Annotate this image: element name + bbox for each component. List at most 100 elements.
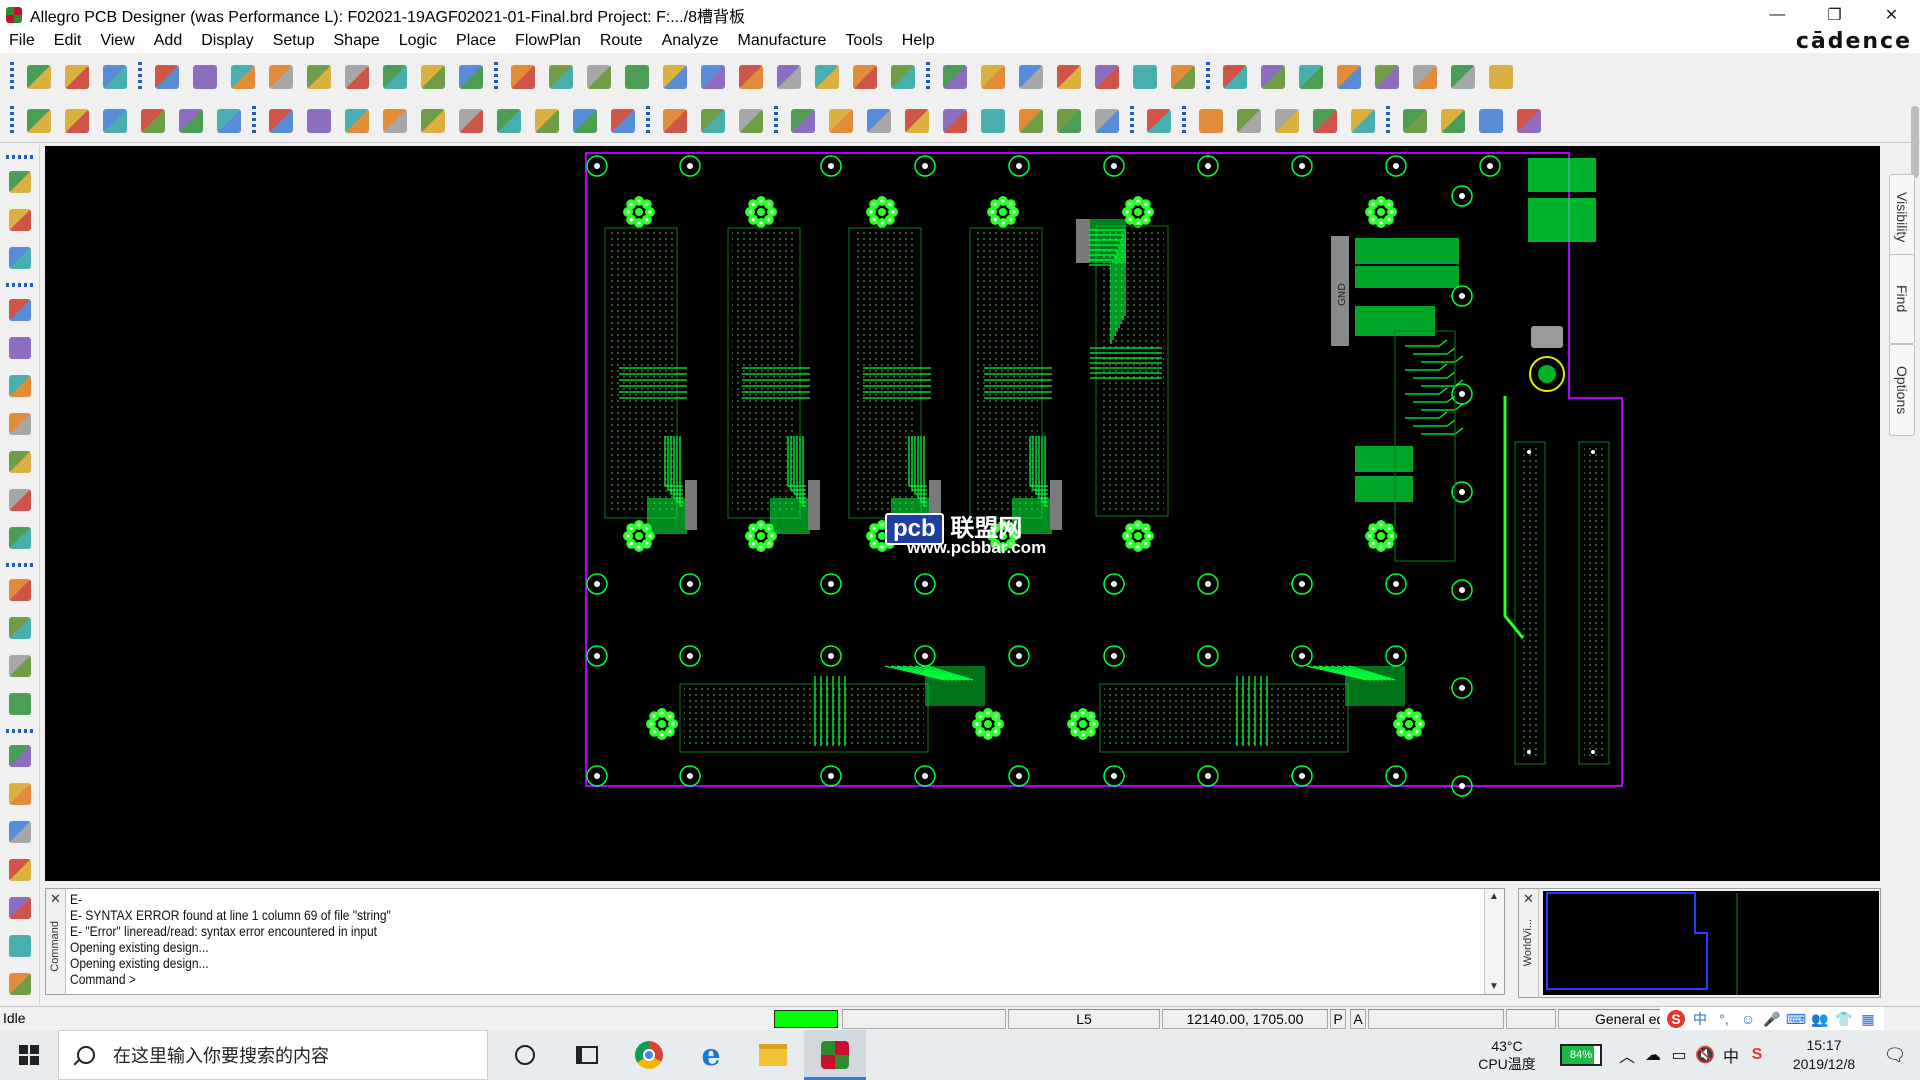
open-folder-icon[interactable] xyxy=(60,60,94,94)
menu-analyze[interactable]: Analyze xyxy=(653,32,729,50)
etch-icon[interactable] xyxy=(22,104,56,138)
flag-icon[interactable] xyxy=(976,104,1010,138)
sogou-icon[interactable]: S xyxy=(1667,1010,1685,1028)
stack-icon[interactable] xyxy=(1052,60,1086,94)
grid-toggle-icon[interactable] xyxy=(938,60,972,94)
menu-help[interactable]: Help xyxy=(893,32,945,50)
battery-badge[interactable]: 84% xyxy=(1560,1044,1602,1066)
status-a-flag[interactable]: A xyxy=(1350,1009,1366,1029)
undo-down-icon[interactable] xyxy=(302,60,336,94)
key-icon[interactable] xyxy=(1052,104,1086,138)
menu-logic[interactable]: Logic xyxy=(390,32,447,50)
menu-view[interactable]: View xyxy=(91,32,144,50)
cancel-icon[interactable] xyxy=(1484,60,1518,94)
new-file-icon[interactable] xyxy=(22,60,56,94)
toolbar-grip[interactable] xyxy=(926,62,930,92)
toolbar-grip[interactable] xyxy=(5,155,34,159)
cpu-temp[interactable]: 43°C CPU温度 xyxy=(1470,1037,1544,1073)
move-icon[interactable] xyxy=(150,60,184,94)
route-diag-icon[interactable] xyxy=(5,931,35,961)
measure-icon[interactable] xyxy=(1294,60,1328,94)
toolbar-grip[interactable] xyxy=(1182,105,1186,136)
toolbar-grip[interactable] xyxy=(138,62,142,92)
zoom-prev-icon[interactable] xyxy=(734,60,768,94)
menu-tools[interactable]: Tools xyxy=(836,32,892,50)
spread-icon[interactable] xyxy=(5,523,35,553)
poly-icon[interactable] xyxy=(530,104,564,138)
route-icon[interactable] xyxy=(264,104,298,138)
clock[interactable]: 15:17 2019/12/8 xyxy=(1778,1036,1870,1074)
restore-button[interactable]: ❐ xyxy=(1806,0,1863,29)
taskbar-search[interactable]: 在这里输入你要搜索的内容 xyxy=(58,1030,488,1080)
toolbar-grip[interactable] xyxy=(5,563,34,567)
grid-icon[interactable] xyxy=(506,60,540,94)
sogou-tray-icon[interactable]: S xyxy=(1744,1046,1770,1064)
drc-icon[interactable] xyxy=(136,104,170,138)
allegro-task-icon[interactable] xyxy=(804,1030,866,1080)
route-grid-icon[interactable] xyxy=(5,893,35,923)
save-icon[interactable] xyxy=(98,60,132,94)
pin-icon[interactable] xyxy=(454,60,488,94)
merge-icon[interactable] xyxy=(606,104,640,138)
book-open-icon[interactable] xyxy=(1232,104,1266,138)
cortana-icon[interactable] xyxy=(494,1030,556,1080)
route-x-icon[interactable] xyxy=(5,817,35,847)
ime-punct-icon[interactable]: °, xyxy=(1715,1010,1733,1028)
layers-icon[interactable] xyxy=(1014,60,1048,94)
dimension-icon[interactable] xyxy=(696,104,730,138)
toolbar-grip[interactable] xyxy=(1206,62,1210,92)
toolbar-grip[interactable] xyxy=(5,729,34,733)
slide-icon[interactable] xyxy=(5,333,35,363)
input-lang-icon[interactable]: 中 xyxy=(1718,1043,1744,1067)
3d-icon[interactable] xyxy=(848,60,882,94)
notification-icon[interactable]: 🗨 xyxy=(1870,1045,1920,1066)
battery-icon[interactable]: ▭ xyxy=(1666,1045,1692,1065)
zoom-world-icon[interactable] xyxy=(772,60,806,94)
delete-icon[interactable] xyxy=(226,60,260,94)
edit-text-icon[interactable] xyxy=(5,689,35,719)
add-text-icon[interactable] xyxy=(5,651,35,681)
menu-shape[interactable]: Shape xyxy=(325,32,390,50)
hourglass-icon[interactable] xyxy=(1446,60,1480,94)
menu-manufacture[interactable]: Manufacture xyxy=(728,32,836,50)
minimize-button[interactable]: — xyxy=(1749,0,1806,29)
ime-skin-icon[interactable]: 👕 xyxy=(1835,1010,1853,1028)
mail-2-icon[interactable] xyxy=(1474,104,1508,138)
place-part-icon[interactable] xyxy=(5,167,35,197)
zoom-fit-icon[interactable] xyxy=(582,60,616,94)
task-view-icon[interactable] xyxy=(556,1030,618,1080)
status-p-flag[interactable]: P xyxy=(1330,1009,1346,1029)
highlight-icon[interactable] xyxy=(1332,60,1366,94)
color-icon[interactable] xyxy=(976,60,1010,94)
menu-place[interactable]: Place xyxy=(447,32,506,50)
light-icon[interactable] xyxy=(1370,60,1404,94)
camera-icon[interactable] xyxy=(900,104,934,138)
route-end-icon[interactable] xyxy=(5,969,35,999)
command-output[interactable]: E- E- SYNTAX ERROR found at line 1 colum… xyxy=(70,891,443,987)
lines-icon[interactable] xyxy=(5,485,35,515)
dehighlight-icon[interactable] xyxy=(1408,60,1442,94)
ime-keyboard-icon[interactable]: ⌨ xyxy=(1786,1010,1806,1028)
ref-icon[interactable] xyxy=(5,205,35,235)
ime-emoji-icon[interactable]: ☺ xyxy=(1739,1010,1757,1028)
close-button[interactable]: ✕ xyxy=(1863,0,1920,29)
ime-chinese-icon[interactable]: 中 xyxy=(1691,1010,1709,1028)
worldview-map[interactable] xyxy=(1543,891,1879,995)
package-icon[interactable] xyxy=(174,104,208,138)
info-icon[interactable] xyxy=(1218,60,1252,94)
menu-setup[interactable]: Setup xyxy=(264,32,325,50)
edge-icon[interactable]: e xyxy=(680,1030,742,1080)
toolbar-grip[interactable] xyxy=(494,62,498,92)
via-layer-icon[interactable] xyxy=(98,104,132,138)
menu-flowplan[interactable]: FlowPlan xyxy=(506,32,591,50)
zoom-in-2-icon[interactable] xyxy=(658,60,692,94)
onedrive-icon[interactable]: ☁ xyxy=(1640,1045,1666,1065)
file-explorer-icon[interactable] xyxy=(742,1030,804,1080)
scroll-down-icon[interactable]: ▼ xyxy=(1489,981,1499,992)
cut-icon[interactable] xyxy=(1346,104,1380,138)
spreadsheet-icon[interactable] xyxy=(1128,60,1162,94)
tray-expand-icon[interactable]: ︿ xyxy=(1614,1043,1640,1067)
toolbar-grip[interactable] xyxy=(10,62,14,92)
panel-scroll-handle[interactable] xyxy=(1911,106,1919,178)
square-icon[interactable] xyxy=(492,104,526,138)
